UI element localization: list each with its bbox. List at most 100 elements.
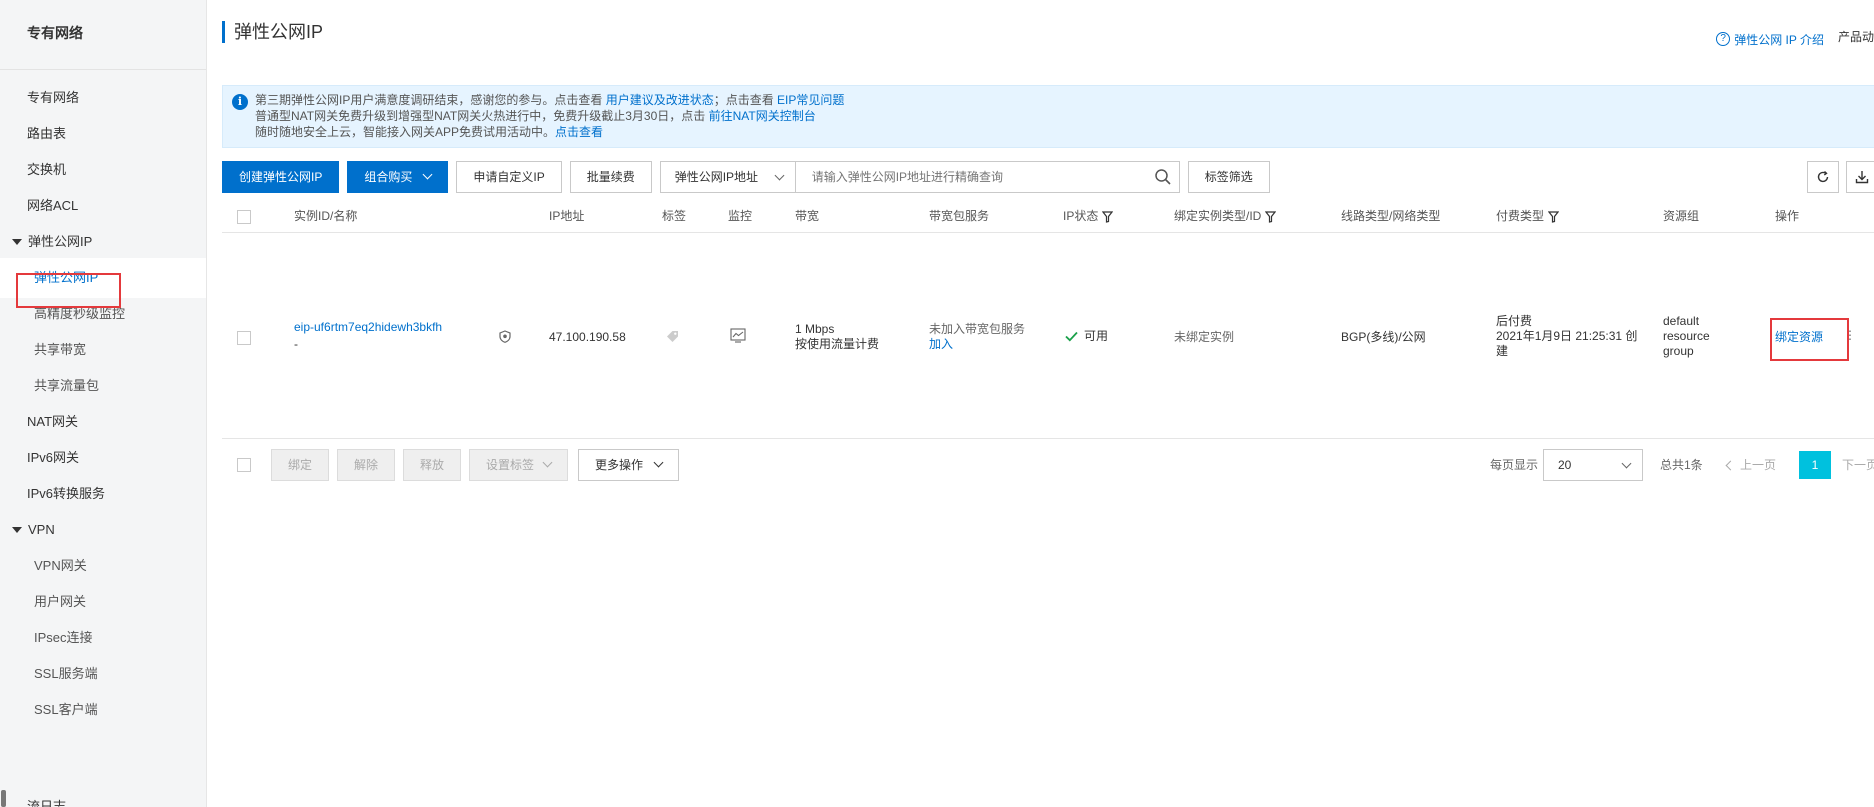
notice-text: 普通型NAT网关免费升级到增强型NAT网关火热进行中，免费升级截止3月30日，点… (255, 109, 709, 123)
col-billing-type-label: 付费类型 (1496, 209, 1545, 223)
resource-group: resource (1663, 329, 1710, 343)
refresh-icon (1817, 170, 1829, 183)
select-all-checkbox[interactable] (237, 210, 251, 224)
batch-renew-button[interactable]: 批量续费 (569, 161, 652, 193)
notice-line-1: 第三期弹性公网IP用户满意度调研结束，感谢您的参与。点击查看 用户建议及改进状态… (255, 92, 1874, 108)
set-tags-button[interactable]: 设置标签 (469, 449, 569, 481)
chevron-down-icon (653, 457, 664, 468)
col-ip-address: IP地址 (549, 209, 585, 223)
sidebar-item-route-table[interactable]: 路由表 (0, 114, 206, 154)
notice-text: ；点击查看 (713, 93, 778, 107)
instance-id-link[interactable]: eip-uf6rtm7eq2hidewh3bkfh (294, 320, 442, 335)
help-link[interactable]: ? 弹性公网 IP 介绍 (1716, 31, 1824, 48)
bind-resource-link[interactable]: 绑定资源 (1775, 330, 1823, 345)
monitor-chart-icon[interactable] (730, 328, 746, 347)
sidebar-item-vpc[interactable]: 专有网络 (0, 78, 206, 118)
bind-button[interactable]: 绑定 (271, 449, 330, 481)
shield-icon[interactable] (499, 330, 511, 347)
search-input[interactable] (795, 161, 1180, 193)
sidebar-group-eip[interactable]: 弹性公网IP (0, 222, 206, 262)
sidebar-item-nat-gateway[interactable]: NAT网关 (0, 402, 206, 442)
sidebar-item-precision-monitor[interactable]: 高精度秒级监控 (0, 294, 206, 334)
product-link[interactable]: 产品动 (1838, 30, 1874, 44)
release-button[interactable]: 释放 (403, 449, 462, 481)
sidebar-scrollbar[interactable] (1, 790, 6, 807)
notice-banner: i 第三期弹性公网IP用户满意度调研结束，感谢您的参与。点击查看 用户建议及改进… (222, 85, 1874, 148)
filter-icon[interactable] (1548, 211, 1560, 223)
sidebar-item-vswitch[interactable]: 交换机 (0, 150, 206, 190)
more-actions-label: 更多操作 (595, 458, 644, 472)
sidebar-item-eip[interactable]: 弹性公网IP (0, 258, 206, 298)
apply-custom-ip-button[interactable]: 申请自定义IP (456, 161, 562, 193)
sidebar-item-shared-data-package[interactable]: 共享流量包 (0, 366, 206, 406)
instance-name: - (294, 337, 298, 351)
row-checkbox[interactable] (237, 331, 251, 345)
col-resource-group: 资源组 (1663, 209, 1700, 223)
sidebar-item-ipsec-connection[interactable]: IPsec连接 (0, 618, 206, 658)
export-button[interactable] (1846, 161, 1874, 193)
next-page-button[interactable]: 下一页 (1842, 449, 1874, 481)
col-actions: 操作 (1775, 209, 1800, 223)
sidebar-item-flow-log[interactable]: 流日志 (0, 787, 206, 807)
sidebar-item-ipv6-translation[interactable]: IPv6转换服务 (0, 474, 206, 514)
sidebar-item-network-acl[interactable]: 网络ACL (0, 186, 206, 226)
created-time-cont: 建 (1496, 344, 1509, 358)
app-trial-link[interactable]: 点击查看 (555, 125, 603, 139)
total-count: 总共1条 (1660, 458, 1703, 472)
col-instance-id: 实例ID/名称 (294, 209, 358, 223)
search-field-select[interactable]: 弹性公网IP地址 (659, 161, 796, 193)
sidebar-item-ssl-client[interactable]: SSL客户端 (0, 690, 206, 730)
sidebar-group-label: VPN (28, 522, 55, 537)
info-icon: i (232, 94, 248, 110)
set-tags-label: 设置标签 (486, 458, 535, 472)
sidebar-item-ipv6-gateway[interactable]: IPv6网关 (0, 438, 206, 478)
created-time: 2021年1月9日 21:25:31 创 (1496, 329, 1638, 343)
nat-console-link[interactable]: 前往NAT网关控制台 (709, 109, 816, 123)
bound-instance: 未绑定实例 (1174, 330, 1235, 344)
sidebar-item-customer-gateway[interactable]: 用户网关 (0, 582, 206, 622)
col-bandwidth-package: 带宽包服务 (929, 209, 990, 223)
combo-purchase-label: 组合购买 (364, 170, 413, 184)
notice-line-3: 随时随地安全上云，智能接入网关APP免费试用活动中。点击查看 (255, 124, 1874, 140)
filter-icon[interactable] (1102, 211, 1114, 223)
col-billing-type: 付费类型 (1496, 200, 1560, 233)
eip-faq-link[interactable]: EIP常见问题 (777, 93, 844, 107)
pay-type: 后付费 (1496, 314, 1533, 328)
filter-icon[interactable] (1265, 211, 1277, 223)
sidebar-item-shared-bandwidth[interactable]: 共享带宽 (0, 330, 206, 370)
page-size-select[interactable]: 20 (1543, 449, 1643, 481)
sidebar-item-ssl-server[interactable]: SSL服务端 (0, 654, 206, 694)
sidebar: 专有网络 专有网络 路由表 交换机 网络ACL 弹性公网IP 弹性公网IP 高精… (0, 0, 207, 807)
sidebar-group-vpn[interactable]: VPN (0, 510, 206, 550)
main-content: 弹性公网IP ? 弹性公网 IP 介绍 产品动 i 第三期弹性公网IP用户满意度调研… (207, 0, 1874, 807)
search-box (795, 161, 1180, 193)
refresh-button[interactable] (1807, 161, 1839, 193)
sidebar-item-vpn-gateway[interactable]: VPN网关 (0, 546, 206, 586)
search-icon[interactable] (1154, 168, 1172, 186)
page-1-button[interactable]: 1 (1799, 451, 1831, 479)
more-actions-button[interactable]: 更多操作 (578, 449, 680, 481)
col-line-type: 线路类型/网络类型 (1341, 209, 1441, 223)
prev-page-button[interactable]: 上一页 (1725, 449, 1776, 481)
create-eip-button[interactable]: 创建弹性公网IP (222, 161, 340, 193)
tag-icon[interactable] (666, 330, 679, 347)
feedback-status-link[interactable]: 用户建议及改进状态 (606, 93, 714, 107)
status-badge: 可用 (1084, 329, 1109, 343)
col-bound-instance-label: 绑定实例类型/ID (1174, 209, 1262, 223)
tag-filter-button[interactable]: 标签筛选 (1187, 161, 1270, 193)
resource-group: default (1663, 314, 1700, 328)
footer-select-all-checkbox[interactable] (237, 458, 251, 472)
search-group: 弹性公网IP地址 (659, 161, 1180, 193)
join-package-link[interactable]: 加入 (929, 337, 953, 352)
page-size-value: 20 (1558, 458, 1572, 472)
chevron-down-icon (422, 169, 433, 180)
unbind-button[interactable]: 解除 (337, 449, 396, 481)
billing-method: 按使用流量计费 (795, 337, 880, 351)
sidebar-title: 专有网络 (0, 0, 206, 70)
combo-purchase-button[interactable]: 组合购买 (347, 161, 449, 193)
more-actions-icon[interactable]: ⋮ (1844, 328, 1856, 343)
col-ip-status: IP状态 (1063, 200, 1114, 233)
notice-text: 第三期弹性公网IP用户满意度调研结束，感谢您的参与。点击查看 (255, 93, 606, 107)
col-monitor: 监控 (728, 209, 753, 223)
table-row: eip-uf6rtm7eq2hidewh3bkfh - 47.100.190.5… (222, 234, 1874, 439)
